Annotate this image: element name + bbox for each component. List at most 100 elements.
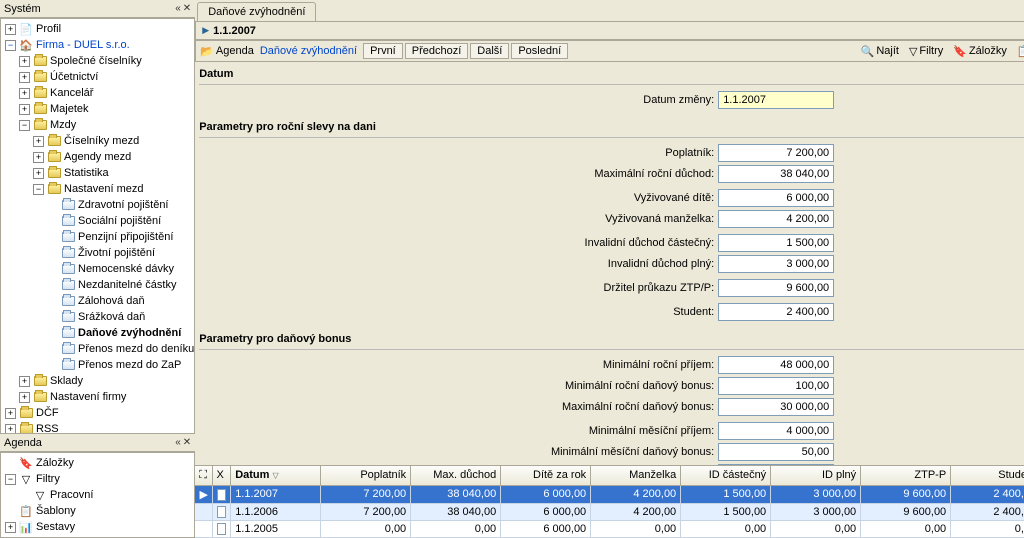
- input-manzelka[interactable]: [718, 210, 834, 228]
- tree-rss[interactable]: +RSS: [1, 421, 194, 434]
- tree-ucetnictvi[interactable]: +Účetnictví: [1, 69, 194, 85]
- tree-sklady[interactable]: +Sklady: [1, 373, 194, 389]
- funnel-icon: ▽: [909, 45, 917, 58]
- cell-max-duchod: 38 040,00: [411, 504, 501, 521]
- nav-first-button[interactable]: První: [363, 43, 403, 59]
- cell-ztp: 0,00: [861, 521, 951, 538]
- nav-last-button[interactable]: Poslední: [511, 43, 568, 59]
- table-row[interactable]: 1.1.20050,000,006 000,000,000,000,000,00…: [195, 521, 1024, 538]
- tree-dcf[interactable]: +DČF: [1, 405, 194, 421]
- input-min-rocni-prijem[interactable]: [718, 356, 834, 374]
- tree-nastaveni-mezd[interactable]: −Nastavení mezd: [1, 181, 194, 197]
- cell-id-cast: 1 500,00: [681, 504, 771, 521]
- agenda-zalozky[interactable]: 🔖Záložky: [1, 455, 194, 471]
- input-min-rocni-bonus[interactable]: [718, 377, 834, 395]
- label-manzelka: Vyživovaná manželka:: [508, 213, 718, 225]
- table-row[interactable]: ▶1.1.20077 200,0038 040,006 000,004 200,…: [195, 486, 1024, 504]
- tree-kancelar[interactable]: +Kancelář: [1, 85, 194, 101]
- tree-nastaveni-firmy[interactable]: +Nastavení firmy: [1, 389, 194, 405]
- input-min-mes-prijem[interactable]: [718, 422, 834, 440]
- tree-danove-zvyhodneni[interactable]: Daňové zvýhodnění: [1, 325, 194, 341]
- close-icon[interactable]: ✕: [183, 437, 191, 448]
- cell-datum: 1.1.2005: [231, 521, 321, 538]
- toolbar-agenda-link[interactable]: Daňové zvýhodnění: [256, 45, 361, 57]
- tree-zdravotni[interactable]: Zdravotní pojištění: [1, 197, 194, 213]
- heading-slevy: Parametry pro roční slevy na dani: [199, 119, 1024, 138]
- tree-socialni[interactable]: Sociální pojištění: [1, 213, 194, 229]
- cell-id-cast: 1 500,00: [681, 486, 771, 504]
- tree-penzijni[interactable]: Penzijní připojištění: [1, 229, 194, 245]
- chevron-left-icon[interactable]: «: [175, 437, 181, 448]
- tree-prenos-zap[interactable]: Přenos mezd do ZaP: [1, 357, 194, 373]
- tree-zalohova[interactable]: Zálohová daň: [1, 293, 194, 309]
- col-dite[interactable]: Dítě za rok: [501, 466, 591, 485]
- input-inv-cast[interactable]: [718, 234, 834, 252]
- input-datum-zmeny[interactable]: [718, 91, 834, 109]
- input-student[interactable]: [718, 303, 834, 321]
- tree-nezdanitelne[interactable]: Nezdanitelné částky: [1, 277, 194, 293]
- row-checkbox[interactable]: [213, 486, 231, 504]
- col-id-plny[interactable]: ID plný: [771, 466, 861, 485]
- find-button[interactable]: 🔍Najít: [857, 45, 903, 58]
- system-panel-header: Systém « ✕: [0, 0, 195, 18]
- agenda-pracovni[interactable]: ▽Pracovní: [1, 487, 194, 503]
- templates-button[interactable]: 📋Šablony: [1013, 45, 1024, 58]
- grid-corner[interactable]: ⛶: [195, 466, 213, 485]
- nav-next-button[interactable]: Další: [470, 43, 509, 59]
- cell-poplatnik: 7 200,00: [321, 486, 411, 504]
- agenda-filtry[interactable]: −▽Filtry: [1, 471, 194, 487]
- col-max-duchod[interactable]: Max. důchod: [411, 466, 501, 485]
- input-inv-plny[interactable]: [718, 255, 834, 273]
- nav-prev-button[interactable]: Předchozí: [405, 43, 469, 59]
- tree-statistika[interactable]: +Statistika: [1, 165, 194, 181]
- col-poplatnik[interactable]: Poplatník: [321, 466, 411, 485]
- agenda-sestavy[interactable]: +📊Sestavy: [1, 519, 194, 535]
- input-max-duchod[interactable]: [718, 165, 834, 183]
- agenda-sablony[interactable]: 📋Šablony: [1, 503, 194, 519]
- filters-button[interactable]: ▽Filtry: [905, 45, 947, 58]
- tree-zivotni[interactable]: Životní pojištění: [1, 245, 194, 261]
- input-min-mes-bonus[interactable]: [718, 443, 834, 461]
- cell-max-duchod: 0,00: [411, 521, 501, 538]
- tree-mzdy[interactable]: −Mzdy: [1, 117, 194, 133]
- col-x[interactable]: X: [213, 466, 231, 485]
- col-manzelka[interactable]: Manželka: [591, 466, 681, 485]
- label-min-rocni-bonus: Minimální roční daňový bonus:: [508, 380, 718, 392]
- col-ztp[interactable]: ZTP-P: [861, 466, 951, 485]
- table-row[interactable]: 1.1.20067 200,0038 040,006 000,004 200,0…: [195, 504, 1024, 521]
- heading-bonus: Parametry pro daňový bonus: [199, 331, 1024, 350]
- chevron-left-icon[interactable]: «: [175, 3, 181, 14]
- col-student[interactable]: Student: [951, 466, 1024, 485]
- cell-student: 0,00: [951, 521, 1024, 538]
- tree-nemocenske[interactable]: Nemocenské dávky: [1, 261, 194, 277]
- row-checkbox[interactable]: [213, 504, 231, 521]
- close-icon[interactable]: ✕: [183, 3, 191, 14]
- tab-danove-zvyhodneni[interactable]: Daňové zvýhodnění: [197, 2, 316, 21]
- col-datum[interactable]: Datum ▽: [231, 466, 321, 485]
- bookmarks-button[interactable]: 🔖Záložky: [949, 45, 1011, 58]
- label-student: Student:: [508, 306, 718, 318]
- cell-dite: 6 000,00: [501, 486, 591, 504]
- col-id-cast[interactable]: ID částečný: [681, 466, 771, 485]
- input-max-rocni-bonus[interactable]: [718, 398, 834, 416]
- input-dite[interactable]: [718, 189, 834, 207]
- tree-ciselniky-mezd[interactable]: +Číselníky mezd: [1, 133, 194, 149]
- date-header: ▶ 1.1.2007 ⊞ 1/3 ✕: [195, 21, 1024, 40]
- row-checkbox[interactable]: [213, 521, 231, 538]
- input-ztp[interactable]: [718, 279, 834, 297]
- tree-agendy-mezd[interactable]: +Agendy mezd: [1, 149, 194, 165]
- tree-firma[interactable]: −🏠Firma - DUEL s.r.o.: [1, 37, 194, 53]
- tree-majetek[interactable]: +Majetek: [1, 101, 194, 117]
- cell-id-plny: 0,00: [771, 521, 861, 538]
- tree-profil[interactable]: +📄Profil: [1, 21, 194, 37]
- grid-header: ⛶ X Datum ▽ Poplatník Max. důchod Dítě z…: [195, 466, 1024, 486]
- data-grid: ⛶ X Datum ▽ Poplatník Max. důchod Dítě z…: [195, 465, 1024, 538]
- cell-student: 2 400,00: [951, 504, 1024, 521]
- label-max-rocni-bonus: Maximální roční daňový bonus:: [508, 401, 718, 413]
- tree-spolecne[interactable]: +Společné číselníky: [1, 53, 194, 69]
- tree-srazkova[interactable]: Srážková daň: [1, 309, 194, 325]
- cell-dite: 6 000,00: [501, 521, 591, 538]
- input-poplatnik[interactable]: [718, 144, 834, 162]
- cell-manzelka: 4 200,00: [591, 486, 681, 504]
- tree-prenos-denik[interactable]: Přenos mezd do deníku: [1, 341, 194, 357]
